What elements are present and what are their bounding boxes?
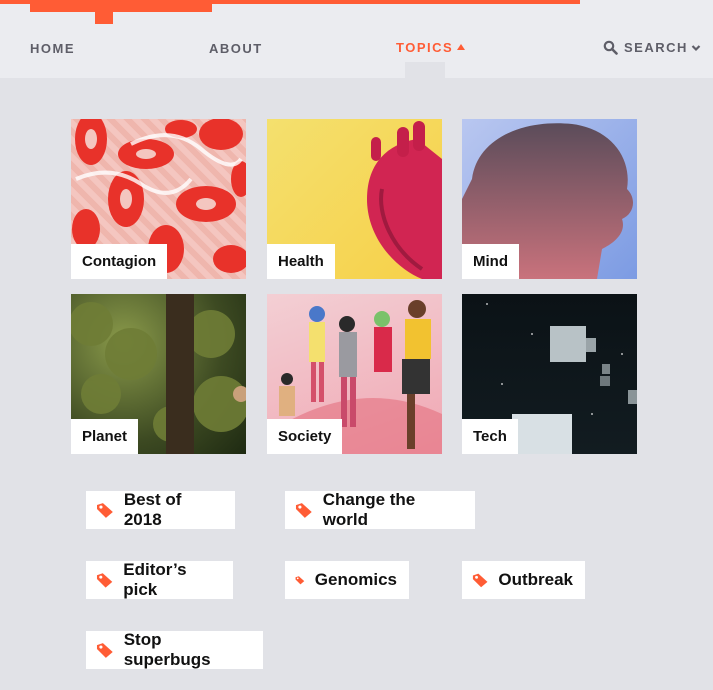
nav-topics-label: TOPICS [396, 40, 454, 55]
topic-label: Mind [462, 244, 519, 279]
tag-best-of-2018[interactable]: Best of 2018 [86, 490, 235, 529]
topic-label: Tech [462, 419, 518, 454]
topic-label: Planet [71, 419, 139, 454]
topic-tile-society[interactable]: Society [267, 294, 442, 454]
tag-editors-pick[interactable]: Editor’s pick [86, 560, 233, 599]
tag-label: Editor’s pick [123, 560, 187, 599]
topic-tile-planet[interactable]: Planet [71, 294, 246, 454]
tag-icon [96, 503, 113, 518]
tag-icon [472, 573, 488, 588]
tag-label: Change the world [322, 490, 416, 529]
tag-label: Genomics [314, 570, 397, 589]
chevron-down-icon [691, 44, 701, 51]
tag-icon [295, 576, 305, 585]
caret-up-icon [457, 44, 466, 50]
tag-label: Outbreak [498, 570, 573, 589]
nav-about-link[interactable]: ABOUT [209, 41, 263, 56]
top-nav: HOME ABOUT TOPICS SEARCH [0, 0, 713, 78]
tag-icon [96, 573, 113, 588]
tag-icon [295, 503, 312, 518]
nav-search-button[interactable]: SEARCH [603, 40, 707, 55]
topic-label: Contagion [71, 244, 168, 279]
topic-tile-tech[interactable]: Tech [462, 294, 637, 454]
accent-bar-segment [30, 0, 212, 12]
tag-outbreak[interactable]: Outbreak [462, 561, 585, 599]
topics-tab-indicator [405, 62, 445, 78]
accent-bar-notch [95, 10, 113, 24]
tag-stop-superbugs[interactable]: Stop superbugs [86, 630, 263, 669]
tag-icon [96, 643, 113, 658]
tag-change-the-world[interactable]: Change the world [285, 490, 475, 529]
tag-label: Stop superbugs [123, 630, 211, 669]
topic-tile-health[interactable]: Health [267, 119, 442, 279]
tag-label: Best of 2018 [123, 490, 182, 529]
search-icon [603, 40, 618, 55]
nav-topics-link[interactable]: TOPICS [396, 40, 466, 55]
tag-genomics[interactable]: Genomics [285, 561, 409, 599]
nav-search-label: SEARCH [624, 40, 688, 55]
topic-label: Health [267, 244, 335, 279]
nav-home-link[interactable]: HOME [30, 41, 75, 56]
topic-label: Society [267, 419, 343, 454]
topic-tile-contagion[interactable]: Contagion [71, 119, 246, 279]
topic-tile-mind[interactable]: Mind [462, 119, 637, 279]
